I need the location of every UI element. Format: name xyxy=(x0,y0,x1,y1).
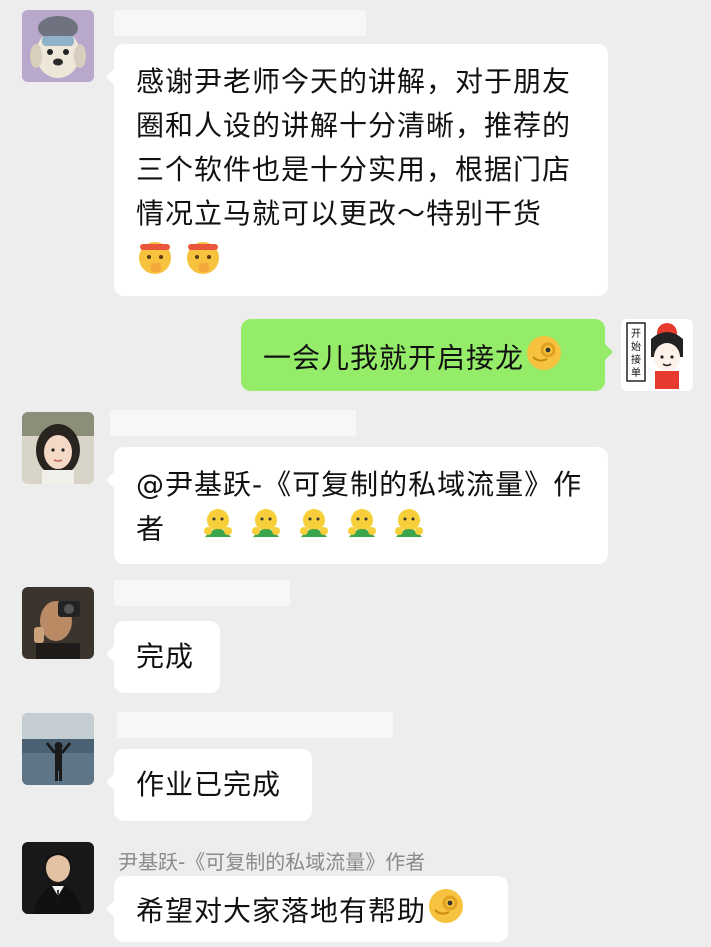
sticker-char: 单 xyxy=(631,367,641,379)
avatar-man-suit[interactable] xyxy=(22,842,94,914)
message-bubble-6[interactable]: 希望对大家落地有帮助 xyxy=(106,876,508,942)
sender-name-redacted xyxy=(110,410,356,436)
okay-hand-emoji-icon xyxy=(524,333,564,386)
message-text-line: @尹基跃-《可复制的私域流量》作 xyxy=(136,468,583,501)
sender-name: 尹基跃-《可复制的私域流量》作者 xyxy=(118,850,426,874)
message-text: 作业已完成 xyxy=(136,768,282,801)
sticker-char: 开 xyxy=(631,329,641,340)
message-text-line: 者 xyxy=(136,512,166,546)
sticker-char: 始 xyxy=(631,340,641,353)
avatar-man-camera[interactable] xyxy=(22,587,94,659)
message-text: 一会儿我就开启接龙 xyxy=(263,341,525,375)
message-bubble-1[interactable]: 感谢尹老师今天的讲解，对于朋友 圈和人设的讲解十分清晰，推荐的 三个软件也是十分… xyxy=(106,44,608,296)
message-bubble-2[interactable]: 一会儿我就开启接龙 xyxy=(241,319,613,391)
man-camera-avatar-image xyxy=(22,587,94,659)
sticker-char: 接 xyxy=(631,353,641,366)
sender-name-redacted xyxy=(114,580,290,606)
message-text: 完成 xyxy=(136,640,195,673)
message-text-line: 感谢尹老师今天的讲解，对于朋友 xyxy=(136,65,572,98)
applause-emoji-icon xyxy=(390,507,428,554)
dog-avatar-image xyxy=(22,10,94,82)
avatar-girl[interactable] xyxy=(22,412,94,484)
message-bubble-5[interactable]: 作业已完成 xyxy=(106,749,312,821)
avatar-seaside-person[interactable] xyxy=(22,713,94,785)
sender-name-redacted xyxy=(114,10,366,36)
message-bubble-3[interactable]: @尹基跃-《可复制的私域流量》作 者 xyxy=(106,447,608,564)
message-text-line: 圈和人设的讲解十分清晰，推荐的 xyxy=(136,109,572,142)
seaside-avatar-image xyxy=(22,713,94,785)
avatar-dog[interactable] xyxy=(22,10,94,82)
okay-hand-emoji-icon xyxy=(426,886,466,939)
message-text-line: 三个软件也是十分实用，根据门店 xyxy=(136,153,572,186)
man-suit-avatar-image xyxy=(22,842,94,914)
message-text: 希望对大家落地有帮助 xyxy=(136,894,427,928)
avatar-sticker-girl[interactable]: 开 始 接 单 xyxy=(621,319,693,391)
sticker-girl-image: 开 始 接 单 xyxy=(621,319,693,391)
message-text-line: 情况立马就可以更改～特别干货 xyxy=(136,197,543,230)
shush-emoji-icon xyxy=(136,238,174,289)
applause-emoji-icon xyxy=(199,507,237,554)
shush-emoji-icon xyxy=(184,238,222,289)
girl-avatar-image xyxy=(22,412,94,484)
applause-emoji-icon xyxy=(295,507,333,554)
applause-emoji-icon xyxy=(247,507,285,554)
message-bubble-4[interactable]: 完成 xyxy=(106,621,220,693)
sender-name-redacted xyxy=(117,712,393,738)
applause-emoji-icon xyxy=(343,507,381,554)
